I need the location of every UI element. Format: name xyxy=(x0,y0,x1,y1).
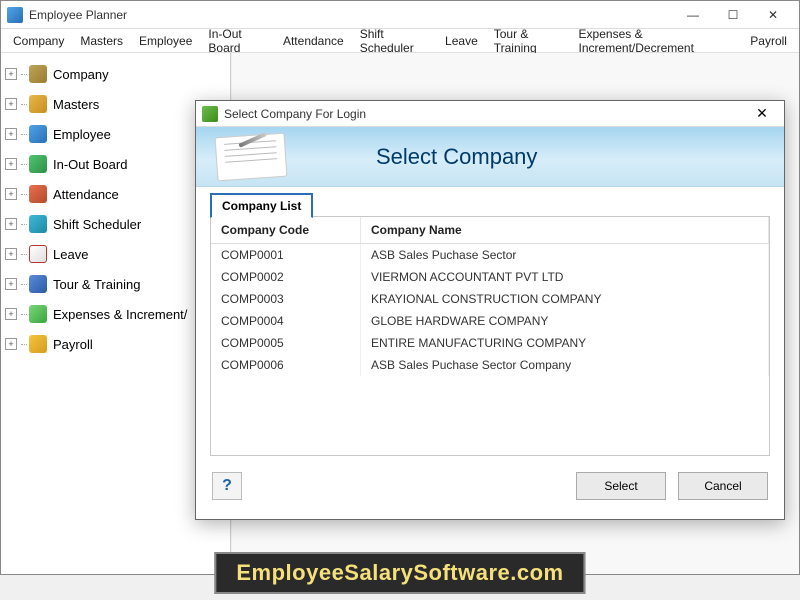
attendance-icon xyxy=(29,185,47,203)
dialog-titlebar: Select Company For Login ✕ xyxy=(196,101,784,127)
sidebar-item-label: Expenses & Increment/ xyxy=(53,307,187,322)
expenses-icon xyxy=(29,305,47,323)
table-row[interactable]: COMP0003KRAYIONAL CONSTRUCTION COMPANY xyxy=(211,288,769,310)
sidebar-item-company[interactable]: + Company xyxy=(5,59,226,89)
menu-in-out-board[interactable]: In-Out Board xyxy=(200,25,275,57)
in-out-board-icon xyxy=(29,155,47,173)
expand-icon[interactable]: + xyxy=(5,338,17,350)
cell-code: COMP0005 xyxy=(211,332,361,354)
shift-scheduler-icon xyxy=(29,215,47,233)
dialog-title: Select Company For Login xyxy=(224,107,746,121)
sidebar-item-label: Leave xyxy=(53,247,88,262)
cell-name: GLOBE HARDWARE COMPANY xyxy=(361,310,769,332)
sidebar-item-label: Shift Scheduler xyxy=(53,217,141,232)
sidebar-item-shift-scheduler[interactable]: + Shift Scheduler xyxy=(5,209,226,239)
expand-icon[interactable]: + xyxy=(5,248,17,260)
expand-icon[interactable]: + xyxy=(5,218,17,230)
window-title: Employee Planner xyxy=(29,8,673,22)
app-icon xyxy=(7,7,23,23)
menu-employee[interactable]: Employee xyxy=(131,32,200,50)
cancel-button[interactable]: Cancel xyxy=(678,472,768,500)
cell-name: VIERMON ACCOUNTANT PVT LTD xyxy=(361,266,769,288)
close-button[interactable]: ✕ xyxy=(753,2,793,28)
sidebar-item-label: Tour & Training xyxy=(53,277,140,292)
menu-masters[interactable]: Masters xyxy=(72,32,131,50)
banner-title: Select Company xyxy=(376,144,537,170)
expand-icon[interactable]: + xyxy=(5,68,17,80)
dialog-banner: Select Company xyxy=(196,127,784,187)
menu-attendance[interactable]: Attendance xyxy=(275,32,352,50)
menu-payroll[interactable]: Payroll xyxy=(742,32,795,50)
company-icon xyxy=(29,65,47,83)
sidebar-item-label: Masters xyxy=(53,97,99,112)
expand-icon[interactable]: + xyxy=(5,128,17,140)
company-list-panel: Company Code Company Name COMP0001ASB Sa… xyxy=(210,216,770,456)
leave-icon xyxy=(29,245,47,263)
table-row[interactable]: COMP0001ASB Sales Puchase Sector xyxy=(211,244,769,266)
cell-name: ASB Sales Puchase Sector Company xyxy=(361,354,769,376)
sidebar-item-employee[interactable]: + Employee xyxy=(5,119,226,149)
expand-icon[interactable]: + xyxy=(5,158,17,170)
sidebar-item-masters[interactable]: + Masters xyxy=(5,89,226,119)
sidebar-item-label: In-Out Board xyxy=(53,157,127,172)
expand-icon[interactable]: + xyxy=(5,98,17,110)
cell-name: ENTIRE MANUFACTURING COMPANY xyxy=(361,332,769,354)
table-row[interactable]: COMP0005ENTIRE MANUFACTURING COMPANY xyxy=(211,332,769,354)
sidebar-item-payroll[interactable]: + Payroll xyxy=(5,329,226,359)
notebook-icon xyxy=(215,132,288,181)
table-row[interactable]: COMP0004GLOBE HARDWARE COMPANY xyxy=(211,310,769,332)
sidebar-item-label: Attendance xyxy=(53,187,119,202)
column-company-code[interactable]: Company Code xyxy=(211,217,361,243)
menu-leave[interactable]: Leave xyxy=(437,32,486,50)
sidebar-item-label: Employee xyxy=(53,127,111,142)
sidebar-item-tour-training[interactable]: + Tour & Training xyxy=(5,269,226,299)
menu-shift-scheduler[interactable]: Shift Scheduler xyxy=(352,25,437,57)
select-button[interactable]: Select xyxy=(576,472,666,500)
table-row[interactable]: COMP0002VIERMON ACCOUNTANT PVT LTD xyxy=(211,266,769,288)
expand-icon[interactable]: + xyxy=(5,188,17,200)
cell-name: KRAYIONAL CONSTRUCTION COMPANY xyxy=(361,288,769,310)
cell-code: COMP0004 xyxy=(211,310,361,332)
company-grid: Company Code Company Name COMP0001ASB Sa… xyxy=(211,217,769,376)
payroll-icon xyxy=(29,335,47,353)
cell-code: COMP0006 xyxy=(211,354,361,376)
expand-icon[interactable]: + xyxy=(5,308,17,320)
tab-company-list[interactable]: Company List xyxy=(210,193,313,218)
dialog-close-button[interactable]: ✕ xyxy=(746,102,778,126)
menubar: Company Masters Employee In-Out Board At… xyxy=(1,29,799,53)
grid-header: Company Code Company Name xyxy=(211,217,769,244)
sidebar-item-expenses[interactable]: + Expenses & Increment/ xyxy=(5,299,226,329)
sidebar-item-label: Company xyxy=(53,67,109,82)
table-row[interactable]: COMP0006ASB Sales Puchase Sector Company xyxy=(211,354,769,376)
menu-expenses[interactable]: Expenses & Increment/Decrement xyxy=(571,25,743,57)
column-company-name[interactable]: Company Name xyxy=(361,217,769,243)
select-company-dialog: Select Company For Login ✕ Select Compan… xyxy=(195,100,785,520)
menu-company[interactable]: Company xyxy=(5,32,72,50)
expand-icon[interactable]: + xyxy=(5,278,17,290)
cell-name: ASB Sales Puchase Sector xyxy=(361,244,769,266)
cell-code: COMP0001 xyxy=(211,244,361,266)
menu-tour-training[interactable]: Tour & Training xyxy=(486,25,571,57)
dialog-icon xyxy=(202,106,218,122)
sidebar-item-label: Payroll xyxy=(53,337,93,352)
sidebar-item-attendance[interactable]: + Attendance xyxy=(5,179,226,209)
watermark: EmployeeSalarySoftware.com xyxy=(214,552,585,594)
cell-code: COMP0002 xyxy=(211,266,361,288)
sidebar-item-leave[interactable]: + Leave xyxy=(5,239,226,269)
sidebar-item-in-out-board[interactable]: + In-Out Board xyxy=(5,149,226,179)
help-button[interactable]: ? xyxy=(212,472,242,500)
employee-icon xyxy=(29,125,47,143)
cell-code: COMP0003 xyxy=(211,288,361,310)
tour-training-icon xyxy=(29,275,47,293)
dialog-button-bar: ? Select Cancel xyxy=(196,466,784,512)
masters-icon xyxy=(29,95,47,113)
